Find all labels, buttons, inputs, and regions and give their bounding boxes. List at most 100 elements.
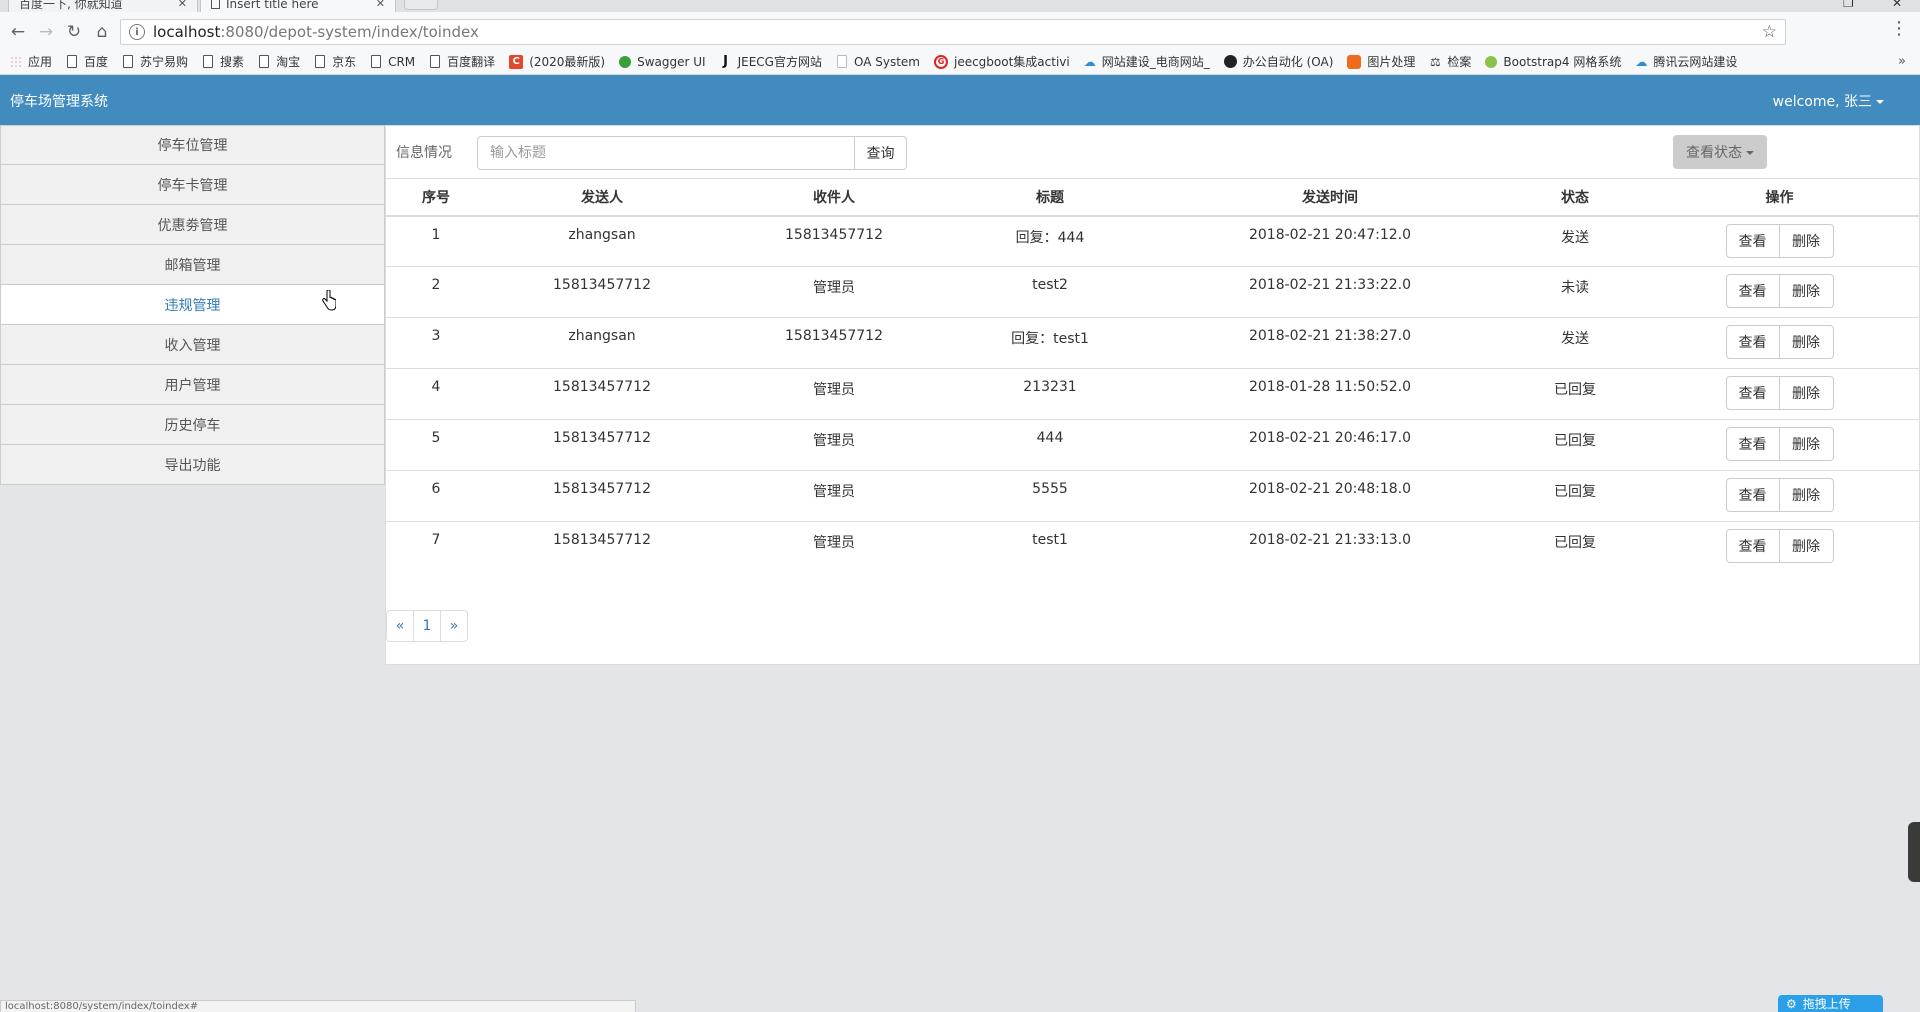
bookmark-item[interactable]: Bootstrap4 网格系统	[1485, 53, 1621, 70]
page-icon	[203, 55, 214, 68]
view-button[interactable]: 查看	[1725, 427, 1780, 461]
address-bar[interactable]: i localhost:8080/depot-system/index/toin…	[120, 19, 1786, 45]
delete-button[interactable]: 删除	[1779, 427, 1834, 461]
browser-menu-icon[interactable]: ⋮	[1890, 18, 1908, 39]
column-header: 收件人	[718, 178, 950, 217]
cloud-icon: ☁	[1083, 54, 1096, 69]
reload-icon[interactable]: ↻	[60, 18, 88, 46]
bookmark-item[interactable]: OA System	[836, 55, 920, 69]
bookmark-item[interactable]: ☁ 腾讯云网站建设	[1635, 53, 1737, 70]
side-panel-handle[interactable]	[1908, 822, 1920, 882]
table-cell: 2018-02-21 21:38:27.0	[1150, 317, 1510, 369]
tab-title: 百度一下, 你就知道	[19, 0, 123, 11]
column-header: 状态	[1510, 178, 1640, 217]
column-header: 操作	[1640, 178, 1919, 217]
close-window-icon[interactable]: ✕	[1892, 0, 1902, 10]
url-path: :8080/depot-system/index/toindex	[220, 23, 479, 41]
delete-button[interactable]: 删除	[1779, 376, 1834, 410]
bookmark-item[interactable]: ⚖ 检案	[1429, 53, 1471, 70]
app-brand[interactable]: 停车场管理系统	[10, 91, 108, 111]
bookmarks-bar: 应用 百度 苏宁易购 搜素 淘宝 京东 CRM 百度翻译 C (2020最新版) …	[0, 49, 1920, 75]
view-button[interactable]: 查看	[1725, 325, 1780, 359]
close-icon[interactable]: ✕	[376, 0, 385, 10]
bookmark-item[interactable]: 百度翻译	[429, 53, 495, 70]
sidebar-item-income[interactable]: 收入管理	[0, 325, 385, 365]
bookmark-item[interactable]: J JEECG官方网站	[720, 53, 822, 70]
info-icon[interactable]: i	[129, 24, 145, 40]
table-cell: 已回复	[1510, 521, 1640, 573]
table-cell: 已回复	[1510, 419, 1640, 471]
table-cell: test1	[950, 521, 1150, 573]
delete-button[interactable]: 删除	[1779, 529, 1834, 563]
bookmark-star-icon[interactable]: ☆	[1762, 22, 1777, 42]
table-cell: 5555	[950, 470, 1150, 522]
j-logo-icon: J	[723, 54, 728, 69]
browser-tab-1[interactable]: Insert title here ✕	[200, 0, 396, 12]
bookmark-label: (2020最新版)	[529, 55, 606, 69]
sidebar-item-history[interactable]: 历史停车	[0, 405, 385, 445]
browser-tab-0[interactable]: 百度一下, 你就知道 ✕	[8, 0, 198, 12]
bookmark-item[interactable]: 搜素	[202, 53, 244, 70]
table-cell: 1	[431, 226, 441, 243]
delete-button[interactable]: 删除	[1779, 274, 1834, 308]
github-icon	[1223, 55, 1237, 68]
view-button[interactable]: 查看	[1725, 274, 1780, 308]
more-bookmarks-icon[interactable]: »	[1898, 54, 1906, 69]
table-row: 2 15813457712 管理员 test2 2018-02-21 21:33:22.…	[386, 266, 1919, 318]
sidebar-item-coupon[interactable]: 优惠劵管理	[0, 205, 385, 245]
table-row: 1 zhangsan 15813457712 回复：444 2018-02-21 20:…	[386, 216, 1919, 267]
view-button[interactable]: 查看	[1725, 376, 1780, 410]
delete-button[interactable]: 删除	[1779, 223, 1834, 258]
back-icon[interactable]: ←	[4, 18, 32, 46]
caret-down-icon	[1746, 151, 1754, 155]
bookmark-label: 京东	[332, 55, 357, 69]
sidebar-item-parking-space[interactable]: 停车位管理	[0, 125, 385, 165]
sidebar-item-parking-card[interactable]: 停车卡管理	[0, 165, 385, 205]
welcome-text: welcome, 张三	[1772, 94, 1872, 110]
delete-button[interactable]: 删除	[1779, 325, 1834, 359]
bookmark-item[interactable]: 淘宝	[258, 53, 300, 70]
caret-down-icon	[1876, 100, 1884, 104]
table-cell: 3	[386, 317, 486, 369]
new-tab-button[interactable]	[404, 0, 438, 10]
bookmark-item[interactable]: 百度	[66, 53, 108, 70]
table-row: 4 15813457712 管理员 213231 2018-01-28 11:50:52…	[386, 368, 1919, 420]
page-icon	[259, 55, 270, 68]
bookmark-item[interactable]: 办公自动化 (OA)	[1223, 53, 1333, 70]
bookmark-item[interactable]: 京东	[314, 53, 356, 70]
cloud-icon: ☁	[1635, 54, 1648, 69]
bookmark-item[interactable]: 图片处理	[1347, 53, 1415, 70]
green-icon	[1485, 55, 1498, 68]
bookmark-item[interactable]: C (2020最新版)	[509, 53, 605, 70]
restore-window-icon[interactable]: ❐	[1843, 0, 1854, 10]
table-cell: 2018-02-21 20:48:18.0	[1150, 470, 1510, 522]
pager-prev[interactable]: «	[386, 610, 414, 642]
bookmark-item[interactable]: Swagger UI	[619, 55, 706, 69]
title-search-input[interactable]	[477, 136, 855, 170]
row-action-group: 查看 删除	[1725, 223, 1834, 258]
sidebar-item-export[interactable]: 导出功能	[0, 445, 385, 485]
view-status-dropdown[interactable]: 查看状态	[1673, 135, 1767, 169]
sidebar-item-mailbox[interactable]: 邮箱管理	[0, 245, 385, 285]
bookmark-item[interactable]: 苏宁易购	[122, 53, 188, 70]
bookmark-item[interactable]: 应用	[10, 53, 52, 70]
bookmark-item[interactable]: Gjeecgboot集成activi	[933, 53, 1070, 70]
sidebar-item-users[interactable]: 用户管理	[0, 365, 385, 405]
forward-icon[interactable]: →	[32, 18, 60, 46]
table-cell: 2018-01-28 11:50:52.0	[1150, 368, 1510, 420]
close-icon[interactable]: ✕	[178, 0, 187, 10]
search-button[interactable]: 查询	[854, 136, 907, 170]
pager-next[interactable]: »	[440, 610, 468, 642]
pager-page-1[interactable]: 1	[413, 610, 441, 642]
bookmark-item[interactable]: CRM	[370, 55, 415, 69]
page-icon	[211, 0, 220, 9]
user-menu[interactable]: welcome, 张三	[1773, 91, 1884, 111]
bookmark-item[interactable]: ☁ 网站建设_电商网站_	[1084, 53, 1210, 70]
delete-button[interactable]: 删除	[1779, 478, 1834, 512]
bookmark-label: 搜素	[220, 55, 245, 69]
home-icon[interactable]: ⌂	[88, 18, 116, 46]
view-button[interactable]: 查看	[1725, 529, 1780, 563]
upload-widget[interactable]: ⚙ 拖拽上传	[1778, 995, 1883, 1012]
view-button[interactable]: 查看	[1725, 223, 1780, 258]
view-button[interactable]: 查看	[1725, 478, 1780, 512]
